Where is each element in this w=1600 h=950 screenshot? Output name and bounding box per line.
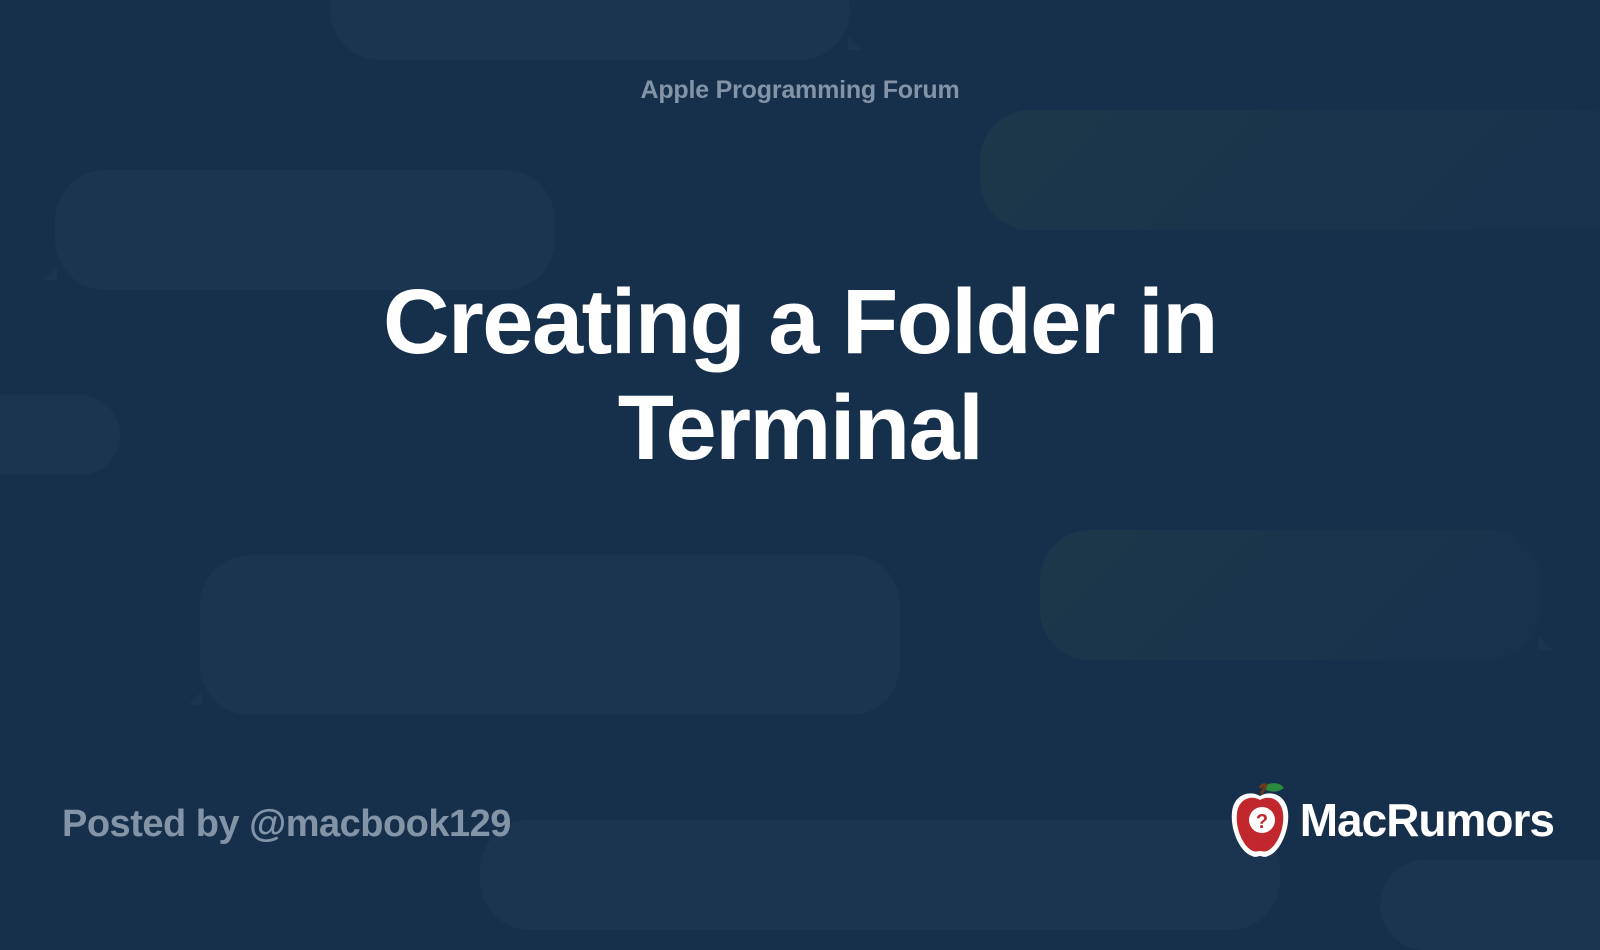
brand-logo: ? MacRumors [1226, 780, 1554, 860]
apple-icon: ? [1226, 780, 1294, 860]
forum-label: Apple Programming Forum [640, 76, 959, 105]
svg-text:?: ? [1256, 811, 1268, 833]
posted-by-label: Posted by @macbook129 [62, 803, 511, 846]
brand-name: MacRumors [1300, 793, 1554, 847]
post-title: Creating a Folder in Terminal [200, 270, 1400, 482]
